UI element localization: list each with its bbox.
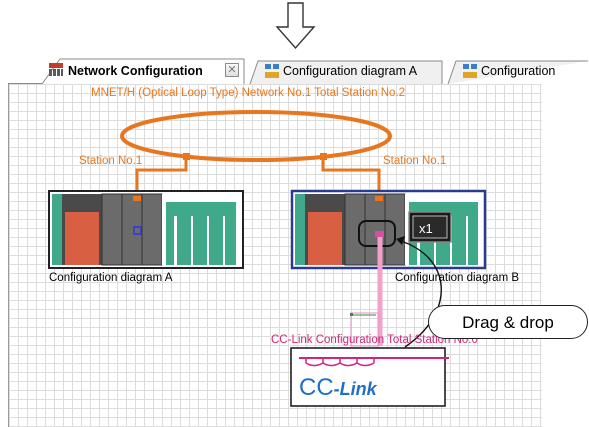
station-line-right: [321, 159, 381, 190]
plc-rack-b: [290, 189, 487, 270]
down-arrow-icon: [275, 2, 316, 50]
network-title: MNET/H (Optical Loop Type) Network No.1 …: [91, 87, 406, 99]
network-canvas[interactable]: MNET/H (Optical Loop Type) Network No.1 …: [8, 84, 542, 427]
close-icon[interactable]: ✕: [225, 63, 239, 77]
loop-connector-right: [320, 153, 327, 160]
cclink-logo: CC-Link: [299, 374, 377, 402]
cclink-logo-prefix: CC: [299, 374, 334, 401]
station-label-right: Station No.1: [383, 155, 447, 167]
x1-badge-label: x1: [419, 221, 433, 236]
diagram-icon: [463, 64, 477, 78]
network-icon: [49, 63, 63, 76]
station-label-left: Station No.1: [79, 155, 143, 167]
config-diagram-b-label: Configuration diagram B: [395, 272, 520, 284]
diagram-drawing: [48, 110, 487, 407]
tab-configuration-diagram-a-label: Configuration diagram A: [283, 64, 418, 78]
diagram-icon: [265, 64, 279, 78]
drag-drop-callout: Drag & drop: [428, 305, 588, 339]
tab-configuration-label: Configuration: [481, 64, 556, 78]
config-diagram-a-label: Configuration diagram A: [49, 272, 173, 284]
cclink-logo-suffix: -Link: [333, 379, 377, 399]
station-line-left: [135, 159, 188, 190]
tab-bar: Network Configuration ✕ Configuration di…: [8, 58, 588, 84]
plc-rack-a: [48, 190, 244, 269]
loop-connector-left: [183, 153, 190, 160]
tab-network-configuration-label: Network Configuration: [68, 64, 203, 78]
optical-loop: [120, 110, 392, 162]
